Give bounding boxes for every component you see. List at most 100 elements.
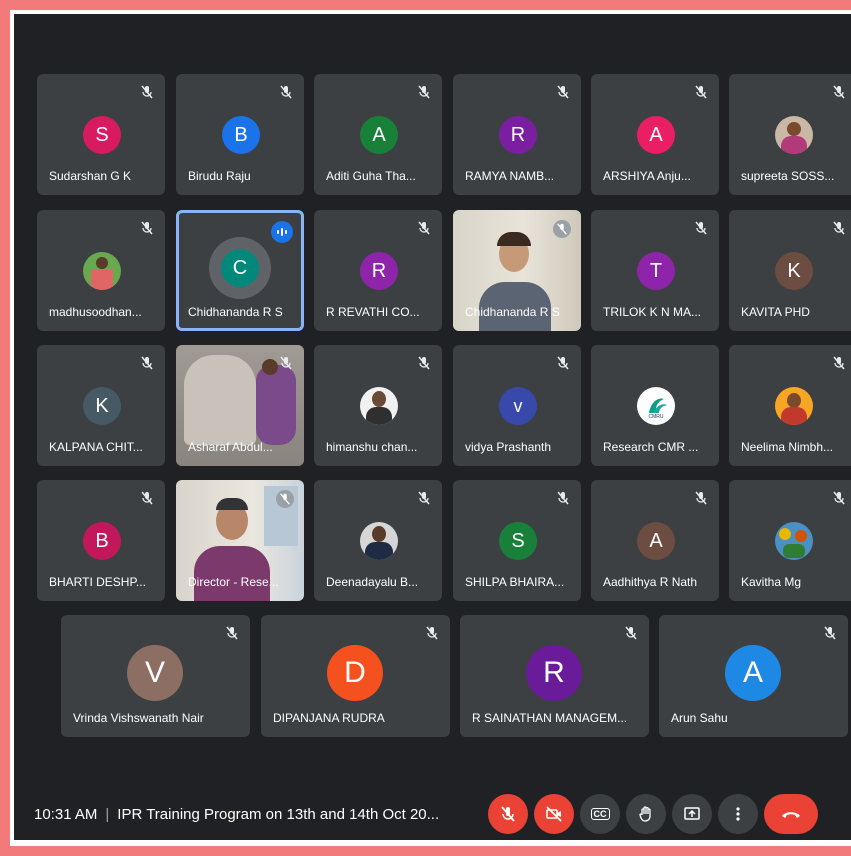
control-bar: 10:31 AM | IPR Training Program on 13th an… [14,774,851,840]
meeting-stage: S Sudarshan G K B Birudu Raju A Aditi Gu… [14,14,851,840]
participant-name: Kavitha Mg [741,575,802,589]
participant-tile[interactable]: R RAMYA NAMB... [453,74,581,195]
mic-off-icon [141,85,153,99]
profile-photo [360,522,398,560]
participant-name: Sudarshan G K [49,169,132,183]
participant-tile[interactable]: B BHARTI DESHP... [37,480,165,601]
participant-tile[interactable]: CMRU Research CMR ... [591,345,719,466]
mic-off-icon [418,491,430,505]
mic-off-icon [141,491,153,505]
participant-name: himanshu chan... [326,440,418,454]
avatar: S [83,116,121,154]
avatar: R [499,116,537,154]
participant-tile[interactable]: S Sudarshan G K [37,74,165,195]
avatar: S [499,522,537,560]
avatar: v [499,387,537,425]
mic-off-icon [426,626,438,640]
participant-name: Aadhithya R Nath [603,575,698,589]
participant-name: TRILOK K N MA... [603,305,702,319]
end-call-icon [782,812,800,818]
participant-name: BHARTI DESHP... [49,575,146,589]
mic-off-icon [418,356,430,370]
participant-tile[interactable]: S SHILPA BHAIRA... [453,480,581,601]
participant-name: madhusoodhan... [49,305,142,319]
screenshot-frame: S Sudarshan G K B Birudu Raju A Aditi Gu… [10,10,851,846]
meeting-time: 10:31 AM [34,806,98,823]
participant-tile[interactable]: R R REVATHI CO... [314,210,442,331]
participant-name: Aditi Guha Tha... [326,169,416,183]
avatar: B [83,522,121,560]
mic-off-icon [833,356,845,370]
profile-photo [360,387,398,425]
participant-tile[interactable]: Deenadayalu B... [314,480,442,601]
participant-tile[interactable]: himanshu chan... [314,345,442,466]
participant-name: Chidhananda R S [188,305,283,319]
participant-tile[interactable]: Kavitha Mg [729,480,851,601]
participant-name: supreeta SOSS... [741,169,835,183]
participant-tile[interactable]: K KAVITA PHD [729,210,851,331]
mic-off-icon [833,221,845,235]
separator: | [105,806,110,823]
participant-name: Research CMR ... [603,440,699,454]
participant-tile[interactable]: v vidya Prashanth [453,345,581,466]
mic-off-icon [501,806,515,822]
participant-name: SHILPA BHAIRA... [465,575,565,589]
captions-icon: CC [590,808,610,820]
avatar: K [775,252,813,290]
participant-tile[interactable]: R R SAINATHAN MANAGEM... [460,615,649,737]
avatar: D [327,645,383,701]
participant-tile[interactable]: A Aditi Guha Tha... [314,74,442,195]
raise-hand-icon [639,806,651,822]
mic-off-icon [553,220,571,238]
participant-tile[interactable]: D DIPANJANA RUDRA [261,615,450,737]
mic-off-icon [833,85,845,99]
participant-name: DIPANJANA RUDRA [273,711,385,725]
present-button[interactable] [672,794,712,834]
mic-off-icon [625,626,637,640]
participant-tile[interactable]: A ARSHIYA Anju... [591,74,719,195]
captions-button[interactable]: CC [580,794,620,834]
participant-tile[interactable]: K KALPANA CHIT... [37,345,165,466]
participant-name: Vrinda Vishswanath Nair [73,711,204,725]
mic-off-icon [824,626,836,640]
camera-toggle-button[interactable] [534,794,574,834]
participant-name: vidya Prashanth [465,440,552,454]
participant-tile-video[interactable]: Director - Rese... [176,480,304,601]
avatar: C [221,249,259,287]
mic-off-icon [557,356,569,370]
participant-name: ARSHIYA Anju... [603,169,691,183]
avatar: T [637,252,675,290]
participant-tile-speaking[interactable]: C Chidhananda R S [176,210,304,331]
profile-photo [775,522,813,560]
raise-hand-button[interactable] [626,794,666,834]
participant-tile[interactable]: supreeta SOSS... [729,74,851,195]
participant-tile[interactable]: A Arun Sahu [659,615,848,737]
participant-tile[interactable]: Neelima Nimbh... [729,345,851,466]
profile-photo [83,252,121,290]
participant-tile[interactable]: T TRILOK K N MA... [591,210,719,331]
mic-off-icon [141,356,153,370]
participant-tile[interactable]: V Vrinda Vishswanath Nair [61,615,250,737]
participant-name: Asharaf Abdul... [188,440,273,454]
avatar: A [360,116,398,154]
participant-tile-video[interactable]: Asharaf Abdul... [176,345,304,466]
mic-off-icon [557,85,569,99]
mic-off-icon [418,85,430,99]
mic-toggle-button[interactable] [488,794,528,834]
mic-off-icon [418,221,430,235]
speaking-indicator-icon [271,221,293,243]
participant-name: Chidhananda R S [465,305,560,319]
avatar: R [526,645,582,701]
more-options-button[interactable] [718,794,758,834]
participant-tile-video[interactable]: Chidhananda R S [453,210,581,331]
participant-tile[interactable]: A Aadhithya R Nath [591,480,719,601]
meeting-title: IPR Training Program on 13th and 14th Oc… [117,806,440,823]
participant-name: KALPANA CHIT... [49,440,143,454]
mic-off-icon [695,221,707,235]
mic-off-icon [141,221,153,235]
participant-name: Neelima Nimbh... [741,440,834,454]
mic-off-icon [280,85,292,99]
participant-tile[interactable]: B Birudu Raju [176,74,304,195]
end-call-button[interactable] [764,794,818,834]
participant-tile[interactable]: madhusoodhan... [37,210,165,331]
